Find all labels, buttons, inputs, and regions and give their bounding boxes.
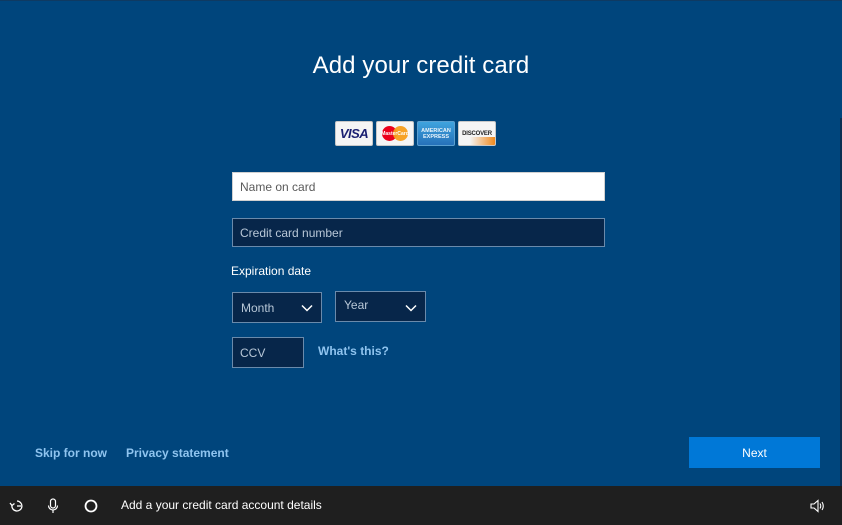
amex-logo-text: AMERICAN EXPRESS	[421, 127, 451, 140]
visa-logo-icon: VISA	[335, 121, 373, 146]
page-title: Add your credit card	[312, 52, 530, 79]
month-select[interactable]: Month	[232, 292, 322, 323]
skip-for-now-link[interactable]: Skip for now	[35, 446, 107, 460]
taskbar: Add a your credit card account details	[0, 486, 842, 525]
visa-logo-text: VISA	[339, 126, 369, 141]
chevron-down-icon	[301, 304, 313, 312]
amex-logo-icon: AMERICAN EXPRESS	[417, 121, 455, 146]
ccv-placeholder: CCV	[240, 345, 266, 360]
mastercard-logo-text: MasterCard	[381, 130, 409, 137]
discover-logo-icon: DISCOVER	[458, 121, 496, 146]
privacy-statement-link[interactable]: Privacy statement	[126, 446, 229, 460]
ccv-input[interactable]: CCV	[232, 337, 304, 368]
ease-of-access-icon[interactable]	[5, 486, 29, 525]
oobe-page: Add your credit card VISA MasterCard AME…	[0, 0, 842, 486]
year-select-value: Year	[344, 298, 369, 312]
card-logos: VISA MasterCard AMERICAN EXPRESS DISCOVE…	[335, 121, 496, 147]
credit-card-number-placeholder: Credit card number	[240, 225, 343, 240]
name-on-card-placeholder: Name on card	[240, 179, 316, 194]
next-button[interactable]: Next	[689, 437, 820, 468]
top-edge	[0, 0, 842, 1]
whats-this-link[interactable]: What's this?	[318, 344, 389, 358]
taskbar-status-text: Add a your credit card account details	[121, 498, 322, 512]
discover-orange-band	[459, 137, 495, 145]
month-select-value: Month	[241, 300, 275, 315]
mastercard-logo-icon: MasterCard	[376, 121, 414, 146]
cortana-icon[interactable]	[79, 486, 103, 525]
credit-card-number-input[interactable]: Credit card number	[232, 218, 605, 247]
name-on-card-input[interactable]: Name on card	[232, 172, 605, 201]
microphone-icon[interactable]	[41, 486, 65, 525]
expiration-date-label: Expiration date	[231, 264, 312, 278]
discover-logo-text: DISCOVER	[462, 130, 492, 137]
chevron-down-icon	[405, 304, 417, 312]
volume-icon[interactable]	[806, 486, 830, 525]
year-select[interactable]: Year	[335, 291, 426, 322]
